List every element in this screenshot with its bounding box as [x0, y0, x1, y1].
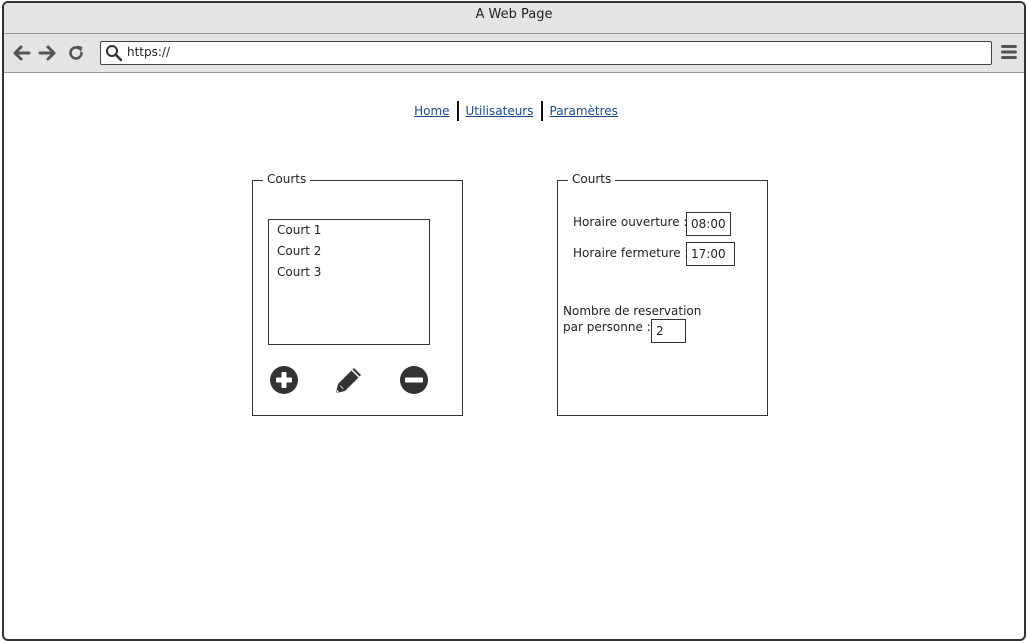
nav-link-parametres[interactable]: Paramètres [543, 104, 625, 118]
courts-list-panel: Courts Court 1 Court 2 Court 3 [252, 172, 463, 416]
add-circle-icon[interactable] [269, 365, 299, 395]
opening-hours-input[interactable] [686, 212, 731, 236]
opening-hours-label: Horaire ouverture : [573, 215, 688, 229]
hamburger-menu-icon[interactable] [1000, 43, 1018, 61]
courts-settings-panel: Courts Horaire ouverture : Horaire ferme… [557, 172, 768, 416]
reservations-per-person-input[interactable] [651, 319, 686, 343]
closing-hours-label: Horaire fermeture : [573, 246, 689, 260]
courts-list-legend: Courts [263, 172, 311, 186]
window-titlebar: A Web Page [4, 3, 1024, 34]
back-arrow-icon[interactable] [12, 43, 32, 63]
search-icon [105, 44, 123, 66]
reservations-label-line1: Nombre de reservation [563, 304, 702, 318]
window-title: A Web Page [475, 7, 553, 22]
list-item[interactable]: Court 3 [269, 262, 429, 283]
browser-window: A Web Page https:// Home Utilisateurs Pa… [2, 1, 1026, 641]
list-item[interactable]: Court 2 [269, 241, 429, 262]
closing-hours-input[interactable] [686, 242, 735, 266]
courts-listbox[interactable]: Court 1 Court 2 Court 3 [268, 219, 430, 345]
courts-settings-legend: Courts [568, 172, 616, 186]
nav-link-home[interactable]: Home [407, 104, 456, 118]
reload-icon[interactable] [66, 43, 86, 63]
list-item[interactable]: Court 1 [269, 220, 429, 241]
pencil-icon[interactable] [334, 365, 364, 395]
top-navigation: Home Utilisateurs Paramètres [4, 101, 1024, 121]
browser-toolbar: https:// [4, 34, 1024, 73]
address-bar-url: https:// [127, 45, 171, 59]
reservations-label-line2: par personne : [563, 320, 651, 334]
address-bar[interactable]: https:// [100, 41, 992, 65]
forward-arrow-icon[interactable] [37, 43, 57, 63]
minus-circle-icon[interactable] [399, 365, 429, 395]
nav-link-utilisateurs[interactable]: Utilisateurs [459, 104, 541, 118]
